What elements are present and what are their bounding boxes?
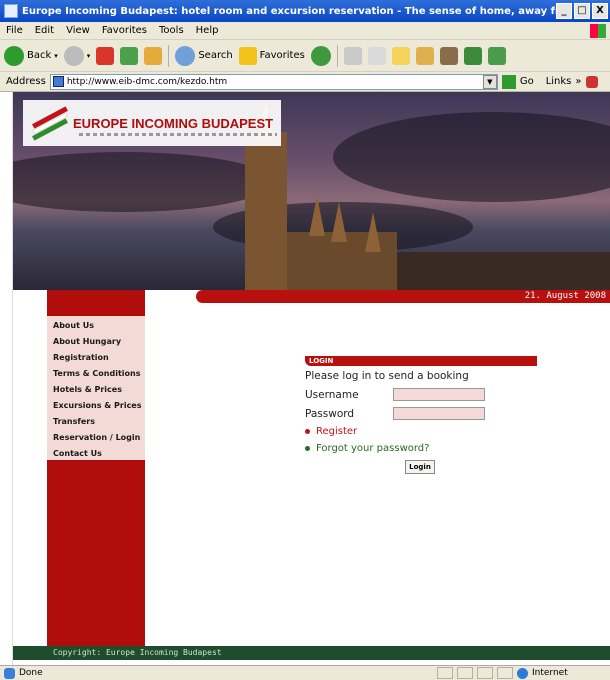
login-panel: LOGIN Please log in to send a booking Us… <box>305 356 537 474</box>
status-text: Done <box>19 668 43 678</box>
brand-name: EUROPE INCOMING BUDAPEST <box>73 115 274 131</box>
nav-terms-conditions[interactable]: Terms & Conditions <box>53 366 145 382</box>
go-button[interactable]: Go <box>520 76 534 87</box>
url-input[interactable] <box>66 74 480 89</box>
security-zone: Internet <box>532 668 568 678</box>
username-row: Username <box>305 388 537 401</box>
menu-favorites[interactable]: Favorites <box>102 25 147 36</box>
password-label: Password <box>305 407 355 420</box>
login-intro: Please log in to send a booking <box>305 370 469 382</box>
status-bar: Done Internet <box>0 665 610 680</box>
page-status-icon <box>4 667 15 679</box>
bullet-icon <box>305 446 310 451</box>
windows-logo-icon <box>590 23 606 38</box>
refresh-icon[interactable] <box>120 46 139 65</box>
ie-tools-icon[interactable] <box>585 75 598 88</box>
sidebar: About Us About Hungary Registration Term… <box>47 290 145 646</box>
internet-zone-icon <box>517 667 528 679</box>
go-arrow-icon[interactable] <box>501 74 516 89</box>
register-row: Register <box>305 426 537 437</box>
menu-help[interactable]: Help <box>196 25 219 36</box>
forward-arrow-icon <box>63 45 84 66</box>
toolbar-separator <box>168 44 170 67</box>
window-titlebar: Europe Incoming Budapest: hotel room and… <box>0 0 610 22</box>
back-button[interactable]: Back ▾ <box>4 45 58 66</box>
logo-stripes-icon <box>31 106 68 141</box>
password-row: Password <box>305 407 537 420</box>
password-input[interactable] <box>393 407 485 420</box>
menu-tools[interactable]: Tools <box>159 25 184 36</box>
history-icon[interactable] <box>310 45 331 66</box>
links-chevron-icon[interactable]: » <box>575 76 581 87</box>
brand-tagline <box>79 133 277 136</box>
back-dropdown-icon[interactable]: ▾ <box>54 52 58 60</box>
web-page: EUROPE INCOMING BUDAPEST 21. August 2008… <box>13 92 610 665</box>
mail-icon[interactable] <box>343 46 362 65</box>
tools-icon[interactable] <box>487 46 506 65</box>
address-bar: Address ▼ Go Links » <box>0 72 610 92</box>
address-label: Address <box>6 76 46 87</box>
forgot-password-link[interactable]: Forgot your password? <box>316 443 429 454</box>
favorites-button[interactable]: Favorites <box>238 46 305 65</box>
back-arrow-icon <box>4 45 24 66</box>
star-icon <box>238 46 257 65</box>
folder-icon[interactable] <box>391 46 410 65</box>
status-cell <box>477 667 493 679</box>
toolbar-separator <box>336 44 338 67</box>
status-cell <box>497 667 513 679</box>
nav-contact-us[interactable]: Contact Us <box>53 446 145 462</box>
login-heading: LOGIN <box>305 356 537 366</box>
main-nav: About Us About Hungary Registration Term… <box>47 316 145 460</box>
address-dropdown-icon[interactable]: ▼ <box>482 74 497 89</box>
menu-bar: File Edit View Favorites Tools Help <box>0 22 610 40</box>
nav-registration[interactable]: Registration <box>53 350 145 366</box>
site-logo[interactable]: EUROPE INCOMING BUDAPEST <box>23 100 281 146</box>
maximize-button[interactable]: □ <box>574 3 590 19</box>
login-button[interactable]: Login <box>405 460 435 474</box>
search-button[interactable]: Search <box>175 45 233 66</box>
menu-file[interactable]: File <box>6 25 23 36</box>
menu-view[interactable]: View <box>66 25 90 36</box>
research-icon[interactable] <box>439 46 458 65</box>
messenger-icon[interactable] <box>463 46 482 65</box>
minimize-button[interactable]: _ <box>556 3 572 19</box>
church-tower <box>245 132 287 290</box>
status-cell <box>437 667 453 679</box>
page-icon <box>52 76 64 87</box>
home-icon[interactable] <box>144 46 163 65</box>
ie-icon <box>4 4 18 18</box>
nav-about-us[interactable]: About Us <box>53 318 145 334</box>
edit-icon[interactable] <box>415 46 434 65</box>
bullet-icon <box>305 429 310 434</box>
current-date: 21. August 2008 <box>196 290 610 303</box>
footer-copyright: Copyright: Europe Incoming Budapest <box>13 646 610 660</box>
status-cell <box>457 667 473 679</box>
page-left-edge <box>0 92 13 665</box>
stop-icon[interactable] <box>96 46 115 65</box>
nav-hotels-prices[interactable]: Hotels & Prices <box>53 382 145 398</box>
window-controls: _ □ X <box>556 3 608 19</box>
nav-reservation-login[interactable]: Reservation / Login <box>53 430 145 446</box>
address-field[interactable]: ▼ <box>49 73 498 90</box>
search-icon <box>175 45 196 66</box>
nav-about-hungary[interactable]: About Hungary <box>53 334 145 350</box>
register-link[interactable]: Register <box>316 426 357 437</box>
close-button[interactable]: X <box>592 3 608 19</box>
nav-transfers[interactable]: Transfers <box>53 414 145 430</box>
nav-excursions-prices[interactable]: Excursions & Prices <box>53 398 145 414</box>
forward-button[interactable]: ▾ <box>63 45 91 66</box>
forgot-row: Forgot your password? <box>305 443 537 454</box>
username-label: Username <box>305 388 359 401</box>
links-button[interactable]: Links <box>546 76 572 87</box>
forward-dropdown-icon[interactable]: ▾ <box>87 52 91 60</box>
menu-edit[interactable]: Edit <box>35 25 54 36</box>
username-input[interactable] <box>393 388 485 401</box>
window-title: Europe Incoming Budapest: hotel room and… <box>22 5 556 17</box>
browser-toolbar: Back ▾ ▾ Search Favorites <box>0 40 610 72</box>
print-icon[interactable] <box>367 46 386 65</box>
banner-image: EUROPE INCOMING BUDAPEST <box>13 92 610 290</box>
